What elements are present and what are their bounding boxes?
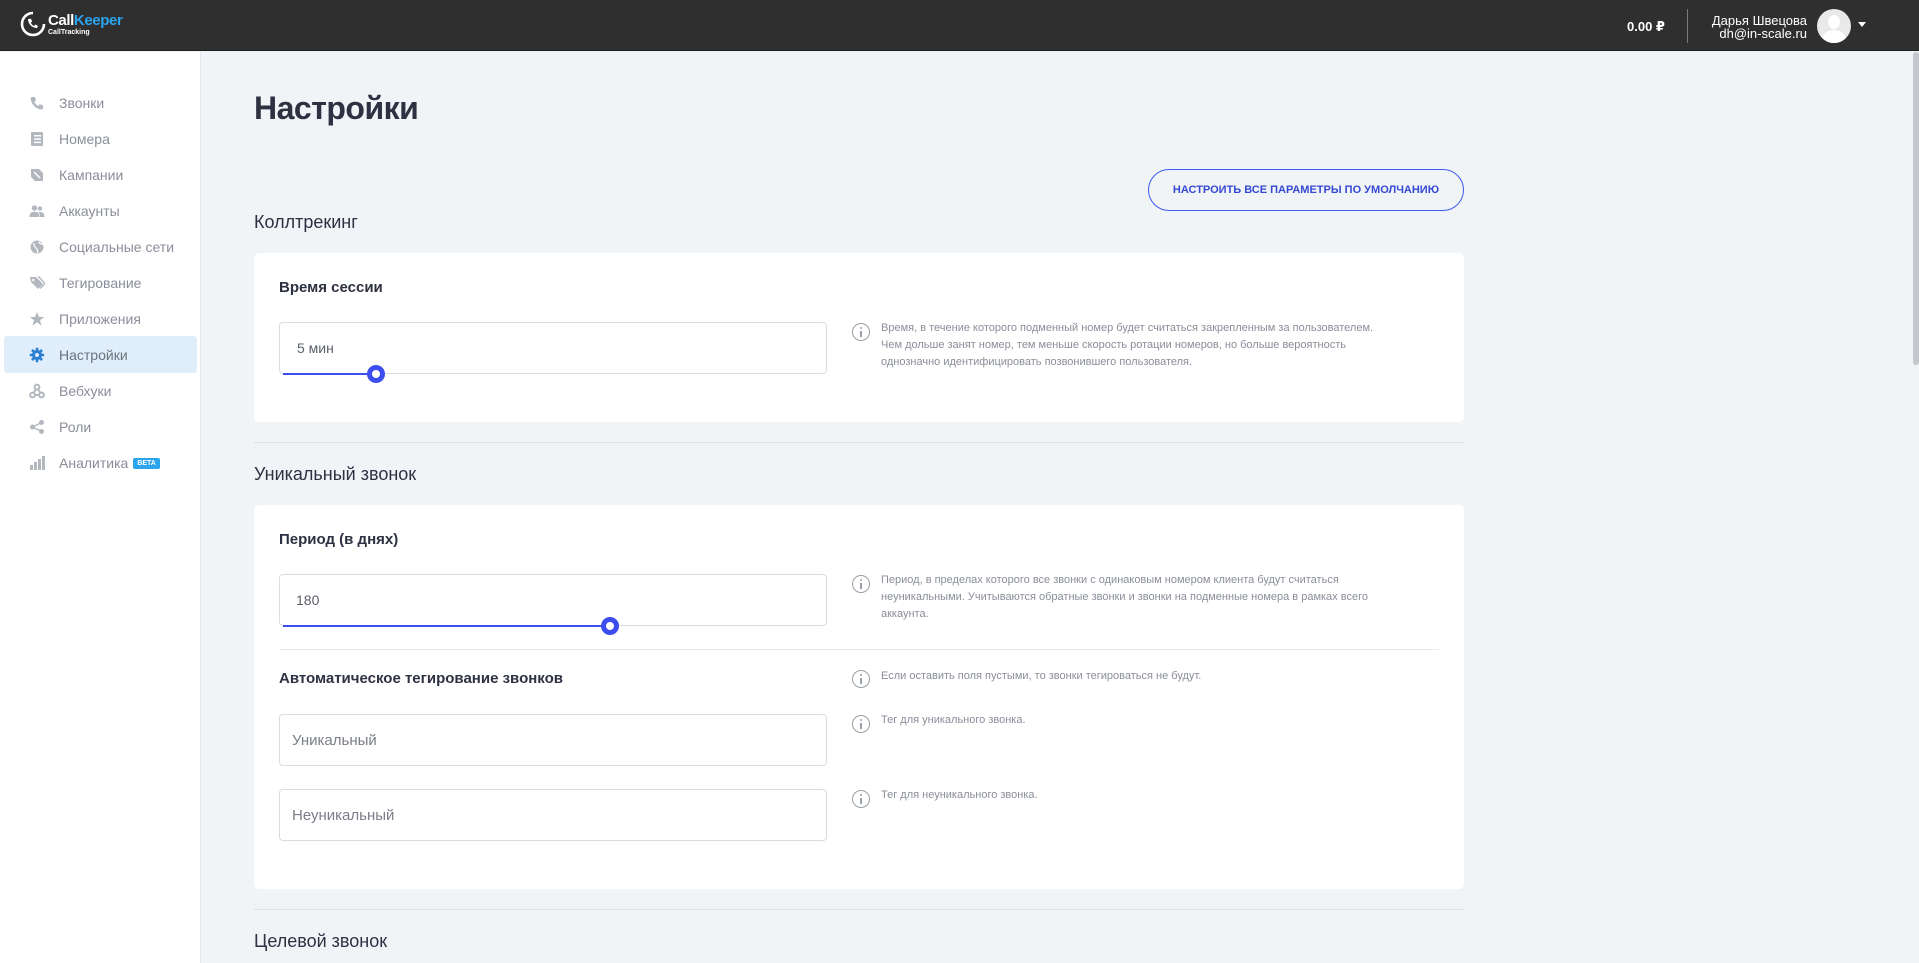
avatar[interactable]: [1817, 9, 1851, 43]
info-icon: [852, 575, 870, 593]
session-time-value: 5 мин: [297, 340, 334, 356]
sidebar-item-settings[interactable]: Настройки: [4, 336, 197, 373]
sidebar-item-label: Вебхуки: [59, 383, 112, 399]
sidebar-item-label: Номера: [59, 131, 110, 147]
users-icon: [29, 205, 45, 217]
sidebar-item-label: Настройки: [59, 347, 128, 363]
session-time-label: Время сессии: [279, 279, 383, 296]
info-icon: [852, 715, 870, 733]
period-field[interactable]: 180: [279, 574, 827, 635]
star-icon: [29, 312, 45, 326]
session-slider-track: [283, 373, 379, 375]
top-bar: CallKeeper CallTracking 0.00 ₽ Дарья Шве…: [0, 0, 1919, 51]
sidebar-item-label: Звонки: [59, 95, 105, 111]
autotag-label: Автоматическое тегирование звонков: [279, 670, 563, 687]
sidebar-item-tagging[interactable]: Тегирование: [4, 264, 197, 301]
autotag-hint: Если оставить поля пустыми, то звонки те…: [881, 670, 1202, 682]
sidebar-item-accounts[interactable]: Аккаунты: [4, 192, 197, 229]
webhook-icon: [29, 383, 45, 399]
sidebar-item-numbers[interactable]: Номера: [4, 120, 197, 157]
unique-tag-field[interactable]: [279, 714, 827, 766]
info-icon: [852, 323, 870, 341]
nonunique-tag-input[interactable]: [292, 790, 812, 840]
period-slider-handle[interactable]: [601, 617, 619, 635]
sidebar-item-social[interactable]: Социальные сети: [4, 228, 197, 265]
bar-chart-icon: [30, 456, 45, 470]
chevron-down-icon[interactable]: [1858, 22, 1866, 27]
calltracking-card: Время сессии 5 мин Время, в течение кото…: [254, 253, 1464, 422]
megaphone-icon: [31, 169, 43, 181]
nonunique-tag-field[interactable]: [279, 789, 827, 841]
section-title-target-call: Целевой звонок: [254, 931, 388, 951]
session-time-field[interactable]: 5 мин: [279, 322, 827, 383]
tags-icon: [30, 276, 45, 289]
sidebar-item-label: Кампании: [59, 167, 124, 183]
logo[interactable]: CallKeeper CallTracking: [20, 11, 123, 37]
unique-call-card: Период (в днях) 180 Период, в пределах к…: [254, 505, 1464, 889]
divider: [1687, 9, 1688, 43]
sidebar-item-analytics[interactable]: Аналитика BETA: [4, 444, 197, 481]
sidebar-item-label: Аккаунты: [59, 203, 120, 219]
sidebar-item-webhooks[interactable]: Вебхуки: [4, 372, 197, 409]
sidebar-item-label: Роли: [59, 419, 92, 435]
sidebar-item-calls[interactable]: Звонки: [4, 84, 197, 121]
nonunique-tag-hint: Тег для неуникального звонка.: [881, 789, 1038, 801]
user-info[interactable]: Дарья Швецова dh@in-scale.ru: [1712, 14, 1807, 40]
sidebar-item-analytics-text: Аналитика: [59, 455, 129, 471]
period-value: 180: [296, 592, 320, 608]
scrollbar[interactable]: [1913, 52, 1919, 365]
sidebar-item-campaigns[interactable]: Кампании: [4, 156, 197, 193]
sidebar-item-roles[interactable]: Роли: [4, 408, 197, 445]
beta-badge: BETA: [133, 458, 160, 469]
period-hint: Период, в пределах которого все звонки с…: [881, 574, 1368, 620]
divider: [254, 442, 1464, 443]
globe-icon: [30, 240, 44, 254]
gear-icon: [29, 347, 45, 363]
logo-call-text: Call: [48, 11, 74, 29]
divider: [254, 909, 1464, 910]
sidebar-item-label: Приложения: [59, 311, 141, 327]
sidebar-item-label: Тегирование: [59, 275, 142, 291]
info-icon: [852, 670, 870, 688]
period-slider-track: [283, 625, 613, 627]
unique-tag-hint: Тег для уникального звонка.: [881, 714, 1026, 726]
logo-subtitle: CallTracking: [48, 28, 90, 36]
share-icon: [30, 420, 44, 434]
list-icon: [31, 132, 43, 146]
reset-defaults-button[interactable]: НАСТРОИТЬ ВСЕ ПАРАМЕТРЫ ПО УМОЛЧАНИЮ: [1148, 169, 1464, 211]
sidebar-item-label: Аналитика BETA: [59, 455, 160, 471]
balance[interactable]: 0.00 ₽: [1627, 19, 1665, 35]
sidebar: Звонки Номера Кампании Аккаунты Социальн…: [0, 52, 201, 963]
divider: [279, 649, 1439, 650]
phone-icon: [30, 97, 43, 110]
page-title: Настройки: [254, 90, 419, 126]
section-title-calltracking: Коллтрекинг: [254, 212, 358, 232]
phone-logo-icon: [20, 11, 46, 37]
session-slider-handle[interactable]: [367, 365, 385, 383]
logo-keeper-text: Keeper: [73, 11, 123, 29]
session-time-hint: Время, в течение которого подменный номе…: [881, 322, 1374, 368]
period-label: Период (в днях): [279, 531, 399, 548]
sidebar-item-label: Социальные сети: [59, 239, 175, 255]
user-email: dh@in-scale.ru: [1719, 26, 1807, 41]
unique-tag-input[interactable]: [292, 715, 812, 765]
section-title-unique-call: Уникальный звонок: [254, 464, 417, 484]
sidebar-item-apps[interactable]: Приложения: [4, 300, 197, 337]
info-icon: [852, 790, 870, 808]
